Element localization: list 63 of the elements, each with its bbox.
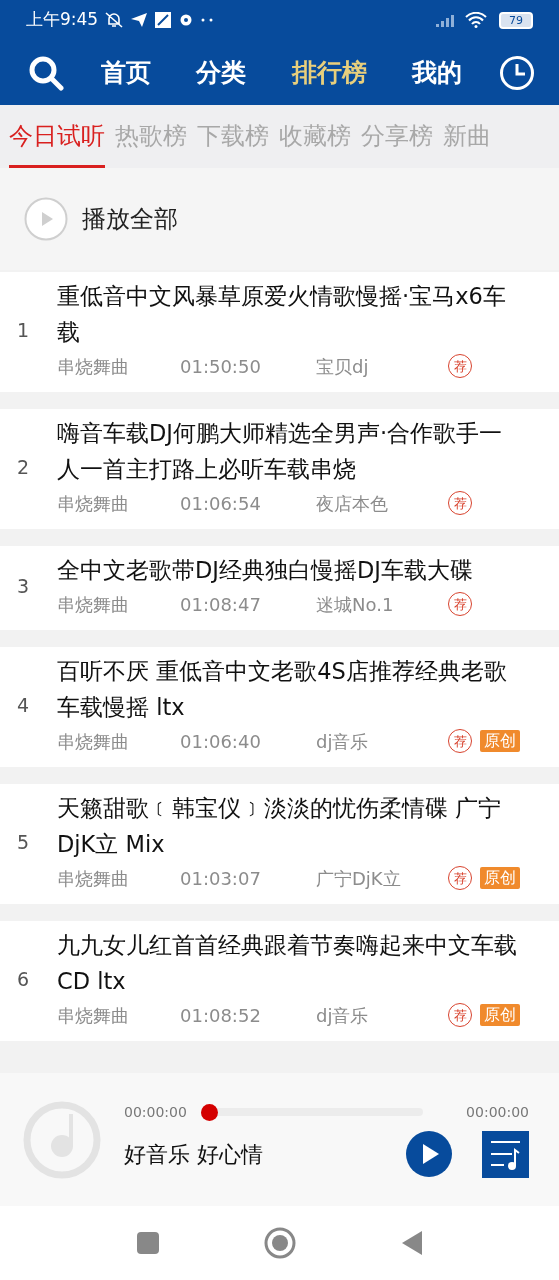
now-playing-title: 好音乐 好心情	[124, 1140, 264, 1169]
rank-number: 2	[15, 454, 31, 480]
song-row[interactable]: 4 百听不厌 重低音中文老歌4S店推荐经典老歌车载慢摇 ltx 串烧舞曲 01:06:40 dj音乐 荐 原创	[0, 647, 559, 767]
song-genre: 串烧舞曲	[57, 491, 130, 516]
song-artist: dj音乐	[316, 1003, 370, 1028]
wifi-icon	[465, 12, 487, 28]
progress-track[interactable]	[200, 1103, 423, 1121]
app-icon	[154, 11, 173, 29]
rank-number: 4	[15, 692, 31, 718]
song-duration: 01:06:40	[180, 729, 262, 754]
back-button[interactable]	[400, 1230, 423, 1256]
song-title: 嗨音车载DJ何鹏大师精选全男声·合作歌手一人一首主打路上必听车载串烧	[57, 419, 504, 484]
song-genre: 串烧舞曲	[57, 729, 130, 754]
song-row[interactable]: 2 嗨音车载DJ何鹏大师精选全男声·合作歌手一人一首主打路上必听车载串烧 串烧舞曲 01:06:54 夜店本色 荐	[0, 409, 559, 529]
song-duration: 01:03:07	[180, 866, 262, 891]
send-icon	[130, 12, 149, 28]
nav-tab[interactable]: 我的	[412, 53, 463, 92]
elapsed-time: 00:00:00	[124, 1102, 187, 1122]
song-artist: 宝贝dj	[316, 354, 370, 379]
song-artist: 迷城No.1	[316, 592, 395, 617]
song-row[interactable]: 1 重低音中文风暴草原爱火情歌慢摇·宝马x6车载 串烧舞曲 01:50:50 宝贝dj 荐	[0, 272, 559, 392]
song-title: 百听不厌 重低音中文老歌4S店推荐经典老歌车载慢摇 ltx	[57, 657, 508, 722]
song-artist: 夜店本色	[316, 491, 389, 516]
battery-icon: 79	[499, 11, 533, 29]
song-artist: 广宁DjK立	[316, 866, 402, 891]
original-badge: 原创	[480, 867, 520, 889]
rank-number: 1	[15, 317, 31, 343]
progress-thumb[interactable]	[200, 1103, 218, 1121]
nav-tab[interactable]: 首页	[100, 53, 151, 92]
song-duration: 01:08:52	[180, 1003, 262, 1028]
original-badge: 原创	[480, 1004, 520, 1026]
rank-number: 5	[15, 829, 31, 855]
song-title: 重低音中文风暴草原爱火情歌慢摇·宝马x6车载	[57, 282, 507, 347]
total-time: 00:00:00	[466, 1102, 529, 1122]
song-row[interactable]: 3 全中文老歌带DJ经典独白慢摇DJ车载大碟 串烧舞曲 01:08:47 迷城No.1 荐	[0, 546, 559, 630]
rank-number: 6	[15, 966, 31, 992]
status-time: 上午9:45	[26, 8, 99, 32]
song-genre: 串烧舞曲	[57, 866, 130, 891]
song-genre: 串烧舞曲	[57, 354, 130, 379]
play-icon[interactable]	[406, 1131, 452, 1177]
song-duration: 01:50:50	[180, 354, 262, 379]
song-row[interactable]: 6 九九女儿红首首经典跟着节奏嗨起来中文车载CD ltx 串烧舞曲 01:08:52 dj音乐 荐 原创	[0, 921, 559, 1041]
song-artist: dj音乐	[316, 729, 370, 754]
song-genre: 串烧舞曲	[57, 1003, 130, 1028]
more-icon	[200, 17, 215, 23]
mute-icon	[104, 11, 125, 29]
search-icon[interactable]	[28, 54, 64, 91]
song-genre: 串烧舞曲	[57, 592, 130, 617]
song-title: 天籁甜歌﹝韩宝仪﹞淡淡的忧伤柔情碟 广宁DjK立 Mix	[57, 794, 503, 859]
recents-button[interactable]	[136, 1232, 159, 1254]
song-row[interactable]: 5 天籁甜歌﹝韩宝仪﹞淡淡的忧伤柔情碟 广宁DjK立 Mix 串烧舞曲 01:03:07 广宁DjK立 荐 原创	[0, 784, 559, 904]
song-duration: 01:06:54	[180, 491, 262, 516]
playlist-icon[interactable]	[482, 1130, 529, 1178]
song-title: 九九女儿红首首经典跟着节奏嗨起来中文车载CD ltx	[57, 931, 518, 996]
nav-tab[interactable]: 分类	[196, 53, 247, 92]
clock-icon[interactable]	[499, 54, 535, 91]
home-button[interactable]	[263, 1227, 296, 1259]
song-duration: 01:08:47	[180, 592, 262, 617]
original-badge: 原创	[480, 730, 520, 752]
song-title: 全中文老歌带DJ经典独白慢摇DJ车载大碟	[57, 556, 474, 585]
play-all-label[interactable]: 播放全部	[82, 201, 178, 237]
nav-tab[interactable]: 排行榜	[291, 53, 367, 92]
rank-number: 3	[15, 573, 31, 599]
